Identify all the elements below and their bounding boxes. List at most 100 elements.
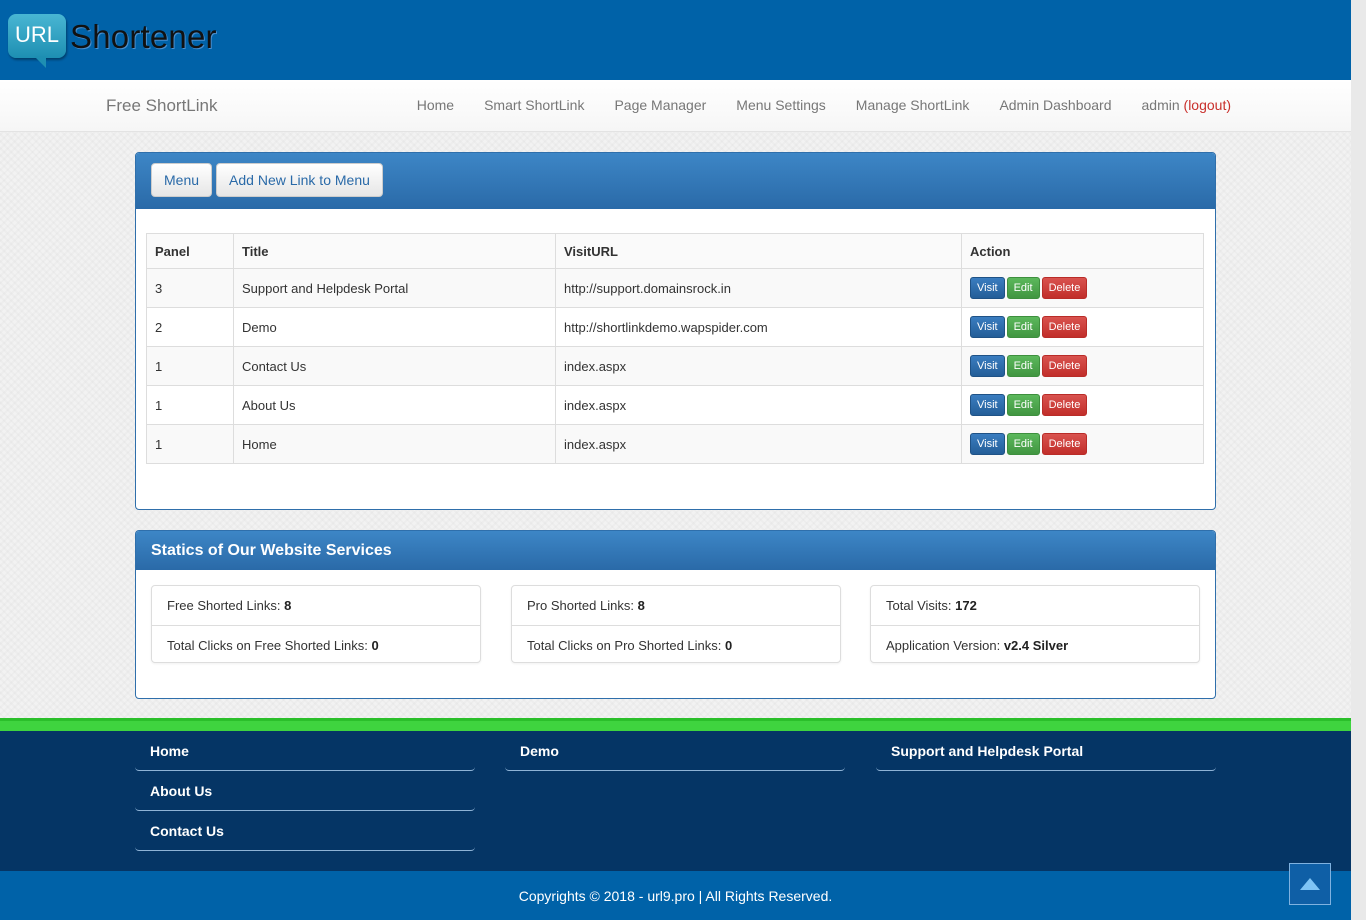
column-header-visiturl: VisitURL — [555, 233, 962, 269]
nav-menu: Home Smart ShortLink Page Manager Menu S… — [387, 97, 1231, 113]
table-row: 1 About Us index.aspx Visit Edit Delete — [146, 385, 1204, 425]
stats-panel: Statics of Our Website Services Free Sho… — [135, 530, 1216, 699]
footer-link-home[interactable]: Home — [135, 731, 475, 771]
cell-actions: Visit Edit Delete — [961, 385, 1204, 425]
logo-name: Shortener — [70, 18, 217, 55]
cell-panel: 3 — [146, 268, 234, 308]
navbar-brand[interactable]: Free ShortLink — [106, 96, 218, 116]
column-header-panel: Panel — [146, 233, 234, 269]
cell-title: About Us — [233, 385, 556, 425]
stat-pro-clicks: Total Clicks on Pro Shorted Links: 0 — [512, 625, 840, 664]
cell-title: Home — [233, 424, 556, 464]
visit-button[interactable]: Visit — [970, 355, 1005, 377]
stat-label: Application Version: — [886, 638, 1001, 653]
cell-url: http://shortlinkdemo.wapspider.com — [555, 307, 962, 347]
footer-link-demo[interactable]: Demo — [505, 731, 845, 771]
nav-item-manage-shortlink[interactable]: Manage ShortLink — [856, 97, 970, 113]
edit-button[interactable]: Edit — [1006, 394, 1040, 416]
nav-item-menu-settings[interactable]: Menu Settings — [736, 97, 826, 113]
arrow-up-icon — [1300, 878, 1320, 890]
site-footer: Home About Us Contact Us Demo Support an… — [0, 731, 1351, 871]
stat-free-links: Free Shorted Links: 8 — [152, 586, 480, 625]
visit-button[interactable]: Visit — [970, 316, 1005, 338]
stat-label: Total Clicks on Pro Shorted Links: — [527, 638, 722, 653]
visit-button[interactable]: Visit — [970, 433, 1005, 455]
cell-actions: Visit Edit Delete — [961, 307, 1204, 347]
cell-title: Demo — [233, 307, 556, 347]
footer-column-2: Demo — [505, 731, 845, 771]
footer-accent-line — [0, 718, 1351, 731]
delete-button[interactable]: Delete — [1041, 433, 1088, 455]
edit-button[interactable]: Edit — [1006, 433, 1040, 455]
delete-button[interactable]: Delete — [1041, 316, 1088, 338]
cell-panel: 1 — [146, 385, 234, 425]
scrollbar-gutter — [1351, 0, 1366, 920]
cell-url: index.aspx — [555, 424, 962, 464]
cell-panel: 1 — [146, 346, 234, 386]
nav-item-user[interactable]: admin (logout) — [1142, 97, 1232, 113]
page: URL Shortener Free ShortLink Home Smart … — [0, 0, 1351, 699]
cell-title: Contact Us — [233, 346, 556, 386]
stat-value: 8 — [284, 598, 292, 613]
stat-value: v2.4 Silver — [1003, 638, 1069, 653]
cell-panel: 1 — [146, 424, 234, 464]
stat-label: Total Visits: — [886, 598, 952, 613]
free-links-stats: Free Shorted Links: 8 Total Clicks on Fr… — [151, 585, 481, 663]
delete-button[interactable]: Delete — [1041, 277, 1088, 299]
stat-value: 172 — [955, 598, 977, 613]
delete-button[interactable]: Delete — [1041, 394, 1088, 416]
footer-link-about-us[interactable]: About Us — [135, 771, 475, 811]
stats-panel-title: Statics of Our Website Services — [136, 531, 1215, 570]
stat-free-clicks: Total Clicks on Free Shorted Links: 0 — [152, 625, 480, 664]
edit-button[interactable]: Edit — [1006, 277, 1040, 299]
pro-links-stats: Pro Shorted Links: 8 Total Clicks on Pro… — [511, 585, 841, 663]
table-row: 1 Home index.aspx Visit Edit Delete — [146, 424, 1204, 464]
stat-label: Pro Shorted Links: — [527, 598, 634, 613]
cell-url: http://support.domainsrock.in — [555, 268, 962, 308]
site-logo[interactable]: URL Shortener — [8, 14, 238, 70]
logout-link[interactable]: (logout) — [1184, 97, 1231, 113]
main-navbar: Free ShortLink Home Smart ShortLink Page… — [0, 80, 1351, 132]
table-row: 2 Demo http://shortlinkdemo.wapspider.co… — [146, 307, 1204, 347]
cell-title: Support and Helpdesk Portal — [233, 268, 556, 308]
cell-panel: 2 — [146, 307, 234, 347]
stat-app-version: Application Version: v2.4 Silver — [871, 625, 1199, 664]
table-row: 3 Support and Helpdesk Portal http://sup… — [146, 268, 1204, 308]
cell-actions: Visit Edit Delete — [961, 268, 1204, 308]
add-new-link-button[interactable]: Add New Link to Menu — [216, 163, 383, 197]
footer-link-support-portal[interactable]: Support and Helpdesk Portal — [876, 731, 1216, 771]
footer-link-contact-us[interactable]: Contact Us — [135, 811, 475, 851]
copyright-bar: Copyrights © 2018 - url9.pro | All Right… — [0, 871, 1351, 920]
delete-button[interactable]: Delete — [1041, 355, 1088, 377]
stat-total-visits: Total Visits: 172 — [871, 586, 1199, 625]
stat-label: Total Clicks on Free Shorted Links: — [167, 638, 368, 653]
menu-links-table: Panel Title VisitURL Action 3 Support an… — [146, 233, 1204, 464]
stat-value: 0 — [725, 638, 733, 653]
stat-pro-links: Pro Shorted Links: 8 — [512, 586, 840, 625]
edit-button[interactable]: Edit — [1006, 355, 1040, 377]
footer-column-1: Home About Us Contact Us — [135, 731, 475, 851]
nav-item-page-manager[interactable]: Page Manager — [614, 97, 706, 113]
cell-actions: Visit Edit Delete — [961, 346, 1204, 386]
footer-column-3: Support and Helpdesk Portal — [876, 731, 1216, 771]
visit-button[interactable]: Visit — [970, 277, 1005, 299]
scroll-to-top-button[interactable] — [1289, 863, 1331, 905]
nav-item-home[interactable]: Home — [417, 97, 454, 113]
edit-button[interactable]: Edit — [1006, 316, 1040, 338]
visit-button[interactable]: Visit — [970, 394, 1005, 416]
nav-item-admin-dashboard[interactable]: Admin Dashboard — [999, 97, 1111, 113]
cell-url: index.aspx — [555, 385, 962, 425]
site-header: URL Shortener — [0, 0, 1351, 80]
stat-value: 0 — [371, 638, 379, 653]
column-header-action: Action — [961, 233, 1204, 269]
nav-item-smart-shortlink[interactable]: Smart ShortLink — [484, 97, 584, 113]
cell-url: index.aspx — [555, 346, 962, 386]
stat-value: 8 — [637, 598, 645, 613]
menu-panel-header: Menu Add New Link to Menu — [136, 153, 1215, 209]
column-header-title: Title — [233, 233, 556, 269]
stat-label: Free Shorted Links: — [167, 598, 281, 613]
cell-actions: Visit Edit Delete — [961, 424, 1204, 464]
menu-links-panel: Menu Add New Link to Menu Panel Title Vi… — [135, 152, 1216, 510]
user-name: admin — [1141, 97, 1180, 113]
menu-button[interactable]: Menu — [151, 163, 213, 197]
